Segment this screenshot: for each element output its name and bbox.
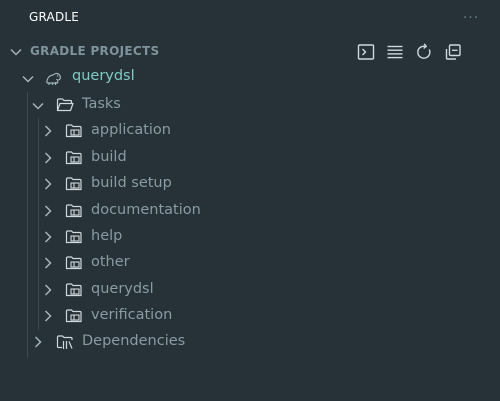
task-group-label: build <box>91 149 127 165</box>
folder-task-icon <box>65 151 82 165</box>
chevron-right-icon[interactable] <box>41 204 55 218</box>
task-group-label: build setup <box>91 175 172 191</box>
list-view-button[interactable] <box>385 42 405 62</box>
more-actions-button[interactable]: ··· <box>459 9 483 27</box>
gradle-panel: GRADLE ··· GRADLE PROJECTS querydsl Task… <box>0 0 500 401</box>
chevron-right-icon[interactable] <box>31 335 45 349</box>
collapse-all-icon <box>445 44 461 60</box>
task-group-label: application <box>91 122 171 138</box>
chevron-right-icon[interactable] <box>41 283 55 297</box>
tree-item-tasks[interactable]: Tasks <box>0 92 500 118</box>
chevron-down-icon[interactable] <box>21 72 35 86</box>
tasks-label: Tasks <box>82 96 121 112</box>
folder-task-icon <box>65 177 82 191</box>
task-group-label: other <box>91 254 130 270</box>
folder-task-icon <box>65 124 82 138</box>
project-label: querydsl <box>72 68 135 84</box>
refresh-icon <box>417 43 431 59</box>
tree-item-task-group[interactable]: other <box>0 250 500 276</box>
tree-item-task-group[interactable]: verification <box>0 303 500 329</box>
chevron-down-icon[interactable] <box>31 99 45 113</box>
dependencies-label: Dependencies <box>82 333 186 349</box>
chevron-right-icon[interactable] <box>41 256 55 270</box>
tree-item-task-group[interactable]: help <box>0 224 500 250</box>
tree-item-dependencies[interactable]: Dependencies <box>0 329 500 355</box>
folder-task-icon <box>65 204 82 218</box>
chevron-right-icon[interactable] <box>41 124 55 138</box>
chevron-down-icon[interactable] <box>9 45 23 59</box>
folder-task-icon <box>65 283 82 297</box>
refresh-button[interactable] <box>414 42 434 62</box>
panel-title: GRADLE <box>29 10 80 24</box>
tree-item-task-group[interactable]: application <box>0 118 500 144</box>
folder-library-icon <box>56 335 73 349</box>
elephant-icon <box>46 72 61 85</box>
chevron-right-icon[interactable] <box>41 309 55 323</box>
tree-item-task-group[interactable]: querydsl <box>0 277 500 303</box>
folder-task-icon <box>65 256 82 270</box>
task-group-label: documentation <box>91 202 201 218</box>
collapse-all-button[interactable] <box>443 42 463 62</box>
chevron-right-icon[interactable] <box>41 230 55 244</box>
chevron-right-icon[interactable] <box>41 151 55 165</box>
run-task-button[interactable] <box>356 42 376 62</box>
folder-task-icon <box>65 309 82 323</box>
task-group-label: querydsl <box>91 281 154 297</box>
section-title: GRADLE PROJECTS <box>30 44 160 58</box>
panel-header: GRADLE ··· <box>0 0 500 36</box>
tree-item-task-group[interactable]: build <box>0 145 500 171</box>
terminal-icon <box>357 44 375 60</box>
list-icon <box>387 45 403 59</box>
folder-task-icon <box>65 230 82 244</box>
tree-item-project[interactable]: querydsl <box>0 65 500 91</box>
task-group-label: verification <box>91 307 173 323</box>
tree-item-task-group[interactable]: documentation <box>0 198 500 224</box>
chevron-right-icon[interactable] <box>41 177 55 191</box>
folder-open-icon <box>56 98 74 112</box>
task-group-label: help <box>91 228 123 244</box>
tree-item-task-group[interactable]: build setup <box>0 171 500 197</box>
